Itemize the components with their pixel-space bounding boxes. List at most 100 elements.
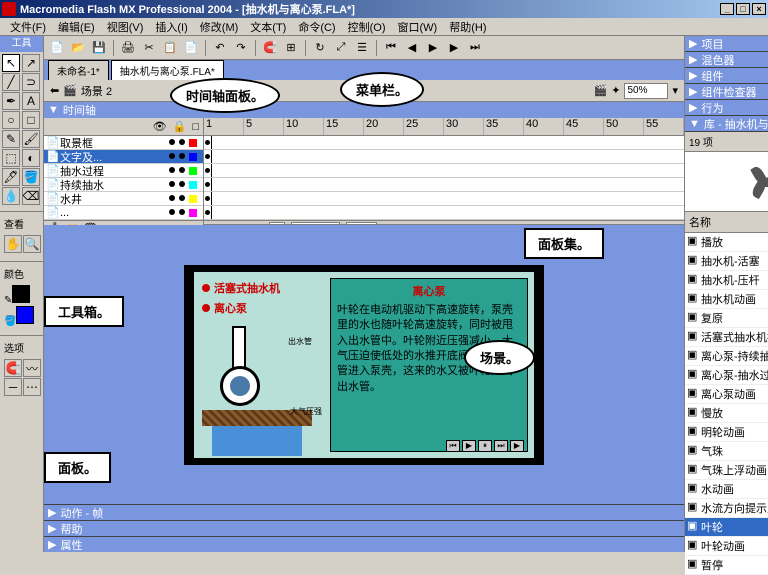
- align-button[interactable]: ⊞: [282, 39, 300, 57]
- copy-button[interactable]: 📋: [161, 39, 179, 57]
- menu-insert[interactable]: 插入(I): [149, 19, 193, 35]
- selection-tool[interactable]: ↖: [2, 54, 20, 72]
- open-button[interactable]: 📂: [69, 39, 87, 57]
- ctrl-slow[interactable]: ▶: [510, 440, 524, 452]
- fill-transform-tool[interactable]: ◐: [22, 149, 40, 167]
- library-item[interactable]: ▣复原按钮: [685, 309, 768, 328]
- onion-icon[interactable]: ⊙: [208, 222, 217, 224]
- library-item[interactable]: ▣叶轮图形: [685, 518, 768, 537]
- paint-bucket-tool[interactable]: 🪣: [22, 168, 40, 186]
- tab-current[interactable]: 抽水机与离心泵.FLA*: [111, 60, 224, 81]
- inspector-panel-bar[interactable]: ▶组件检查器: [685, 84, 768, 100]
- library-item[interactable]: ▣抽水机-活塞图形: [685, 252, 768, 271]
- text-tool[interactable]: A: [22, 92, 40, 110]
- redo-button[interactable]: ↷: [232, 39, 250, 57]
- library-item[interactable]: ▣活塞式抽水机控制按钮: [685, 328, 768, 347]
- menu-text[interactable]: 文本(T): [244, 19, 292, 35]
- actions-panel-bar[interactable]: ▶动作 - 帧: [44, 504, 684, 520]
- goto-last-button[interactable]: ⏭: [466, 39, 484, 57]
- play-button[interactable]: ▶: [424, 39, 442, 57]
- save-button[interactable]: 💾: [90, 39, 108, 57]
- library-item[interactable]: ▣气珠图形: [685, 442, 768, 461]
- behaviors-panel-bar[interactable]: ▶行为: [685, 100, 768, 116]
- eraser-tool[interactable]: ⌫: [22, 187, 40, 205]
- onion4-icon[interactable]: ⊞: [254, 222, 263, 224]
- cut-button[interactable]: ✂: [140, 39, 158, 57]
- onion2-icon[interactable]: ⊙: [223, 222, 232, 224]
- col-name[interactable]: 名称: [685, 212, 768, 232]
- smooth-option[interactable]: 〰: [23, 359, 41, 377]
- menu-control[interactable]: 控制(O): [342, 19, 392, 35]
- menu-edit[interactable]: 编辑(E): [52, 19, 101, 35]
- eyedropper-tool[interactable]: 💧: [2, 187, 20, 205]
- option-4[interactable]: ⋯: [23, 378, 41, 396]
- fill-color[interactable]: [16, 306, 34, 324]
- library-item[interactable]: ▣抽水机-压杆图形: [685, 271, 768, 290]
- menu-commands[interactable]: 命令(C): [292, 19, 341, 35]
- library-item[interactable]: ▣离心泵动画按钮: [685, 385, 768, 404]
- library-list[interactable]: ▣播放按钮▣抽水机-活塞图形▣抽水机-压杆图形▣抽水机动画按钮▣复原按钮▣活塞式…: [685, 233, 768, 575]
- library-item[interactable]: ▣气珠上浮动画图形: [685, 461, 768, 480]
- hand-tool[interactable]: ✋: [4, 235, 22, 253]
- step-back-button[interactable]: ◀: [403, 39, 421, 57]
- scene-name[interactable]: 场景 2: [81, 83, 112, 99]
- zoom-input[interactable]: [624, 83, 668, 99]
- tab-untitled[interactable]: 未命名-1*: [48, 60, 109, 81]
- close-button[interactable]: ×: [752, 3, 766, 15]
- align2-button[interactable]: ☰: [353, 39, 371, 57]
- undo-button[interactable]: ↶: [211, 39, 229, 57]
- menu-modify[interactable]: 修改(M): [194, 19, 245, 35]
- onion3-icon[interactable]: ⊡: [238, 222, 247, 224]
- ctrl-pause[interactable]: ⏸: [478, 440, 492, 452]
- stroke-color[interactable]: [12, 285, 30, 303]
- line-tool[interactable]: ╱: [2, 73, 20, 91]
- library-item[interactable]: ▣暂停按钮: [685, 556, 768, 575]
- edit-scene-icon[interactable]: 🎬: [594, 84, 608, 97]
- zoom-dropdown-icon[interactable]: ▾: [672, 84, 678, 97]
- transform-tool[interactable]: ⬚: [2, 149, 20, 167]
- menu-help[interactable]: 帮助(H): [443, 19, 492, 35]
- new-button[interactable]: 📄: [48, 39, 66, 57]
- project-panel-bar[interactable]: ▶项目: [685, 36, 768, 52]
- properties-panel-bar[interactable]: ▶属性: [44, 536, 684, 552]
- rectangle-tool[interactable]: □: [22, 111, 40, 129]
- subselection-tool[interactable]: ↗: [22, 54, 40, 72]
- zoom-tool[interactable]: 🔍: [23, 235, 41, 253]
- library-item[interactable]: ▣抽水机动画按钮: [685, 290, 768, 309]
- paste-button[interactable]: 📄: [182, 39, 200, 57]
- library-item[interactable]: ▣叶轮动画图形: [685, 537, 768, 556]
- library-item[interactable]: ▣离心泵-持续抽水图形: [685, 347, 768, 366]
- library-item[interactable]: ▣播放按钮: [685, 233, 768, 252]
- library-item[interactable]: ▣水流方向提示点图形: [685, 499, 768, 518]
- library-item[interactable]: ▣明轮动画影片剪辑: [685, 423, 768, 442]
- step-forward-button[interactable]: ▶: [445, 39, 463, 57]
- library-item[interactable]: ▣离心泵-抽水过程图形: [685, 366, 768, 385]
- pen-tool[interactable]: ✒: [2, 92, 20, 110]
- lock-icon[interactable]: 🔒: [173, 120, 187, 133]
- edit-symbol-icon[interactable]: ✦: [611, 84, 620, 97]
- lasso-tool[interactable]: ⊃: [22, 73, 40, 91]
- layer-row[interactable]: 📄...: [44, 206, 203, 220]
- eye-icon[interactable]: 👁: [153, 120, 167, 133]
- frames-column[interactable]: 1510152025303540455055 ⊙ ⊙ ⊡ ⊞ 1 12.0 fp…: [204, 118, 684, 224]
- ctrl-last[interactable]: ⏭: [494, 440, 508, 452]
- brush-tool[interactable]: 🖌: [22, 130, 40, 148]
- minimize-button[interactable]: _: [720, 3, 734, 15]
- library-item[interactable]: ▣慢放按钮: [685, 404, 768, 423]
- oval-tool[interactable]: ○: [2, 111, 20, 129]
- rotate-button[interactable]: ↻: [311, 39, 329, 57]
- ctrl-first[interactable]: ⏮: [446, 440, 460, 452]
- snap-option[interactable]: 🧲: [4, 359, 22, 377]
- collapse-icon[interactable]: ▼: [48, 104, 59, 116]
- snap-button[interactable]: 🧲: [261, 39, 279, 57]
- maximize-button[interactable]: □: [736, 3, 750, 15]
- library-panel-bar[interactable]: ▼库 - 抽水机与离心泵.FLA: [685, 116, 768, 132]
- print-button[interactable]: 🖨: [119, 39, 137, 57]
- help-panel-bar[interactable]: ▶帮助: [44, 520, 684, 536]
- ink-bottle-tool[interactable]: 🖋: [2, 168, 20, 186]
- ctrl-play[interactable]: ▶: [462, 440, 476, 452]
- stage-area[interactable]: 活塞式抽水机 离心泵 出水管 大气压强 离心泵: [44, 225, 684, 504]
- straighten-option[interactable]: ─: [4, 378, 22, 396]
- menu-file[interactable]: 文件(F): [4, 19, 52, 35]
- library-item[interactable]: ▣水动画影片剪辑: [685, 480, 768, 499]
